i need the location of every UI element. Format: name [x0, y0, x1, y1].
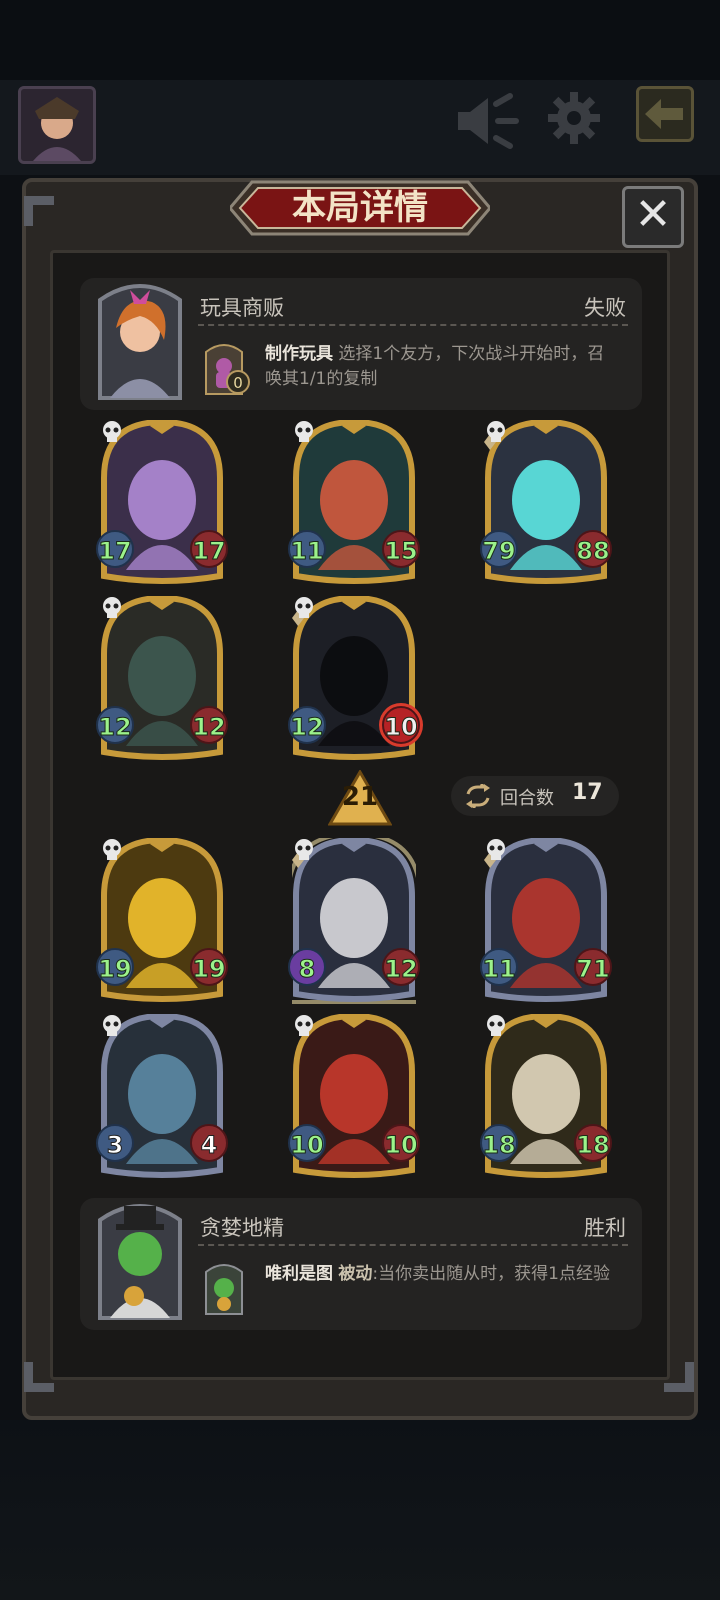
player-minion-card[interactable]: 10 10: [288, 1014, 420, 1180]
skull-icon: [103, 839, 121, 860]
health-value: 17: [190, 530, 228, 568]
player-name: 贪婪地精: [200, 1216, 284, 1240]
round-label: 回合数: [500, 788, 554, 809]
skull-icon: [103, 597, 121, 618]
turn-marker-number: 21: [341, 782, 379, 812]
skull-icon: [295, 421, 313, 442]
round-value: 17: [572, 780, 603, 805]
health-value: 10: [382, 706, 420, 744]
attack-value: 19: [96, 948, 134, 986]
opponent-skill-name: 制作玩具: [265, 344, 333, 364]
top-bar: [0, 80, 720, 175]
opponent-name: 玩具商贩: [200, 296, 284, 320]
health-value: 19: [190, 948, 228, 986]
skull-icon: [295, 839, 313, 860]
player-minion-card[interactable]: 8 12: [288, 838, 420, 1004]
player-avatar[interactable]: [18, 86, 96, 164]
attack-value: 8: [288, 948, 326, 986]
player-skill-text: 唯利是图 被动:当你卖出随从时，获得1点经验: [265, 1262, 615, 1287]
divider: [198, 324, 628, 326]
attack-value: 11: [480, 948, 518, 986]
greed-skill-icon[interactable]: [202, 1260, 246, 1318]
top-background: [0, 0, 720, 80]
player-minion-card[interactable]: 18 18: [480, 1014, 612, 1180]
skull-icon: [487, 1015, 505, 1036]
opponent-result: 失败: [584, 296, 626, 320]
page-title: 本局详情: [292, 188, 428, 228]
player-result: 胜利: [584, 1216, 626, 1240]
attack-value: 18: [480, 1124, 518, 1162]
player-minion-card[interactable]: 19 19: [96, 838, 228, 1004]
opponent-hero-card: 玩具商贩 失败 0 制作玩具 选择1个友方，下次战斗开始时，召唤其1/1的复制: [80, 278, 642, 410]
speaker-icon[interactable]: [454, 90, 519, 152]
player-hero-card: 贪婪地精 胜利 唯利是图 被动:当你卖出随从时，获得1点经验: [80, 1198, 642, 1330]
attack-value: 12: [288, 706, 326, 744]
player-hero-portrait[interactable]: [94, 1200, 186, 1322]
opponent-minion-card[interactable]: 11 15: [288, 420, 420, 586]
attack-value: 11: [288, 530, 326, 568]
attack-value: 10: [288, 1124, 326, 1162]
divider: [198, 1244, 628, 1246]
attack-value: 79: [480, 530, 518, 568]
close-button[interactable]: ✕: [622, 186, 684, 248]
gear-icon[interactable]: [546, 90, 608, 152]
health-value: 4: [190, 1124, 228, 1162]
player-minion-card[interactable]: 11 71: [480, 838, 612, 1004]
player-minion-card[interactable]: 34: [96, 1014, 228, 1180]
back-button[interactable]: [636, 86, 694, 142]
skull-icon: [487, 421, 505, 442]
back-arrow-icon: [645, 99, 683, 129]
attack-value: 12: [96, 706, 134, 744]
health-value: 88: [574, 530, 612, 568]
opponent-minion-card[interactable]: 12 10: [288, 596, 420, 762]
attack-value: 17: [96, 530, 134, 568]
skill-cost-badge: 0: [226, 370, 250, 394]
bottom-background: [0, 1420, 720, 1600]
attack-value: 3: [96, 1124, 134, 1162]
opponent-minion-card[interactable]: 12 12: [96, 596, 228, 762]
skull-icon: [487, 839, 505, 860]
close-icon: ✕: [634, 189, 672, 240]
round-cycle-icon: [466, 784, 490, 808]
health-value: 12: [382, 948, 420, 986]
health-value: 15: [382, 530, 420, 568]
opponent-hero-portrait[interactable]: [94, 280, 186, 402]
skull-icon: [295, 597, 313, 618]
health-value: 18: [574, 1124, 612, 1162]
health-value: 12: [190, 706, 228, 744]
health-value: 10: [382, 1124, 420, 1162]
opponent-minion-card[interactable]: 79 88: [480, 420, 612, 586]
skull-icon: [103, 1015, 121, 1036]
skull-icon: [103, 421, 121, 442]
player-skill-desc: :当你卖出随从时，获得1点经验: [372, 1264, 610, 1284]
player-skill-name: 唯利是图: [265, 1264, 333, 1284]
player-skill-keyword: 被动: [338, 1264, 373, 1284]
health-value: 71: [574, 948, 612, 986]
opponent-minion-card[interactable]: 17 17: [96, 420, 228, 586]
skull-icon: [295, 1015, 313, 1036]
opponent-skill-text: 制作玩具 选择1个友方，下次战斗开始时，召唤其1/1的复制: [265, 342, 615, 392]
